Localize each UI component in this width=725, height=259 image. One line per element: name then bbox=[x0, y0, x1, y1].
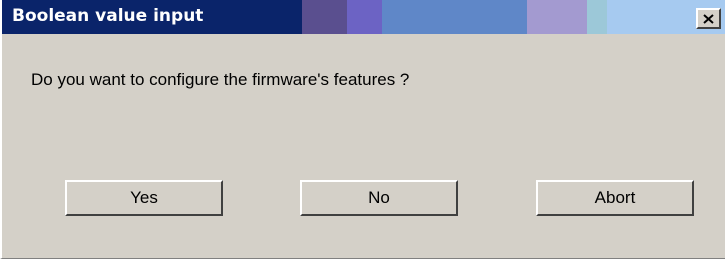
close-button[interactable] bbox=[696, 8, 721, 29]
prompt-message: Do you want to configure the firmware's … bbox=[31, 70, 410, 89]
no-button-label: No bbox=[368, 188, 390, 207]
abort-button-label: Abort bbox=[594, 188, 636, 207]
title-bar[interactable]: Boolean value input bbox=[2, 0, 725, 34]
abort-button[interactable]: Abort bbox=[536, 180, 694, 216]
yes-button-label: Yes bbox=[130, 188, 158, 207]
no-button[interactable]: No bbox=[300, 180, 458, 216]
yes-button[interactable]: Yes bbox=[65, 180, 223, 216]
close-icon bbox=[703, 13, 714, 24]
window-title: Boolean value input bbox=[12, 6, 204, 26]
dialog-window: Boolean value input Do you want to confi… bbox=[0, 0, 725, 259]
